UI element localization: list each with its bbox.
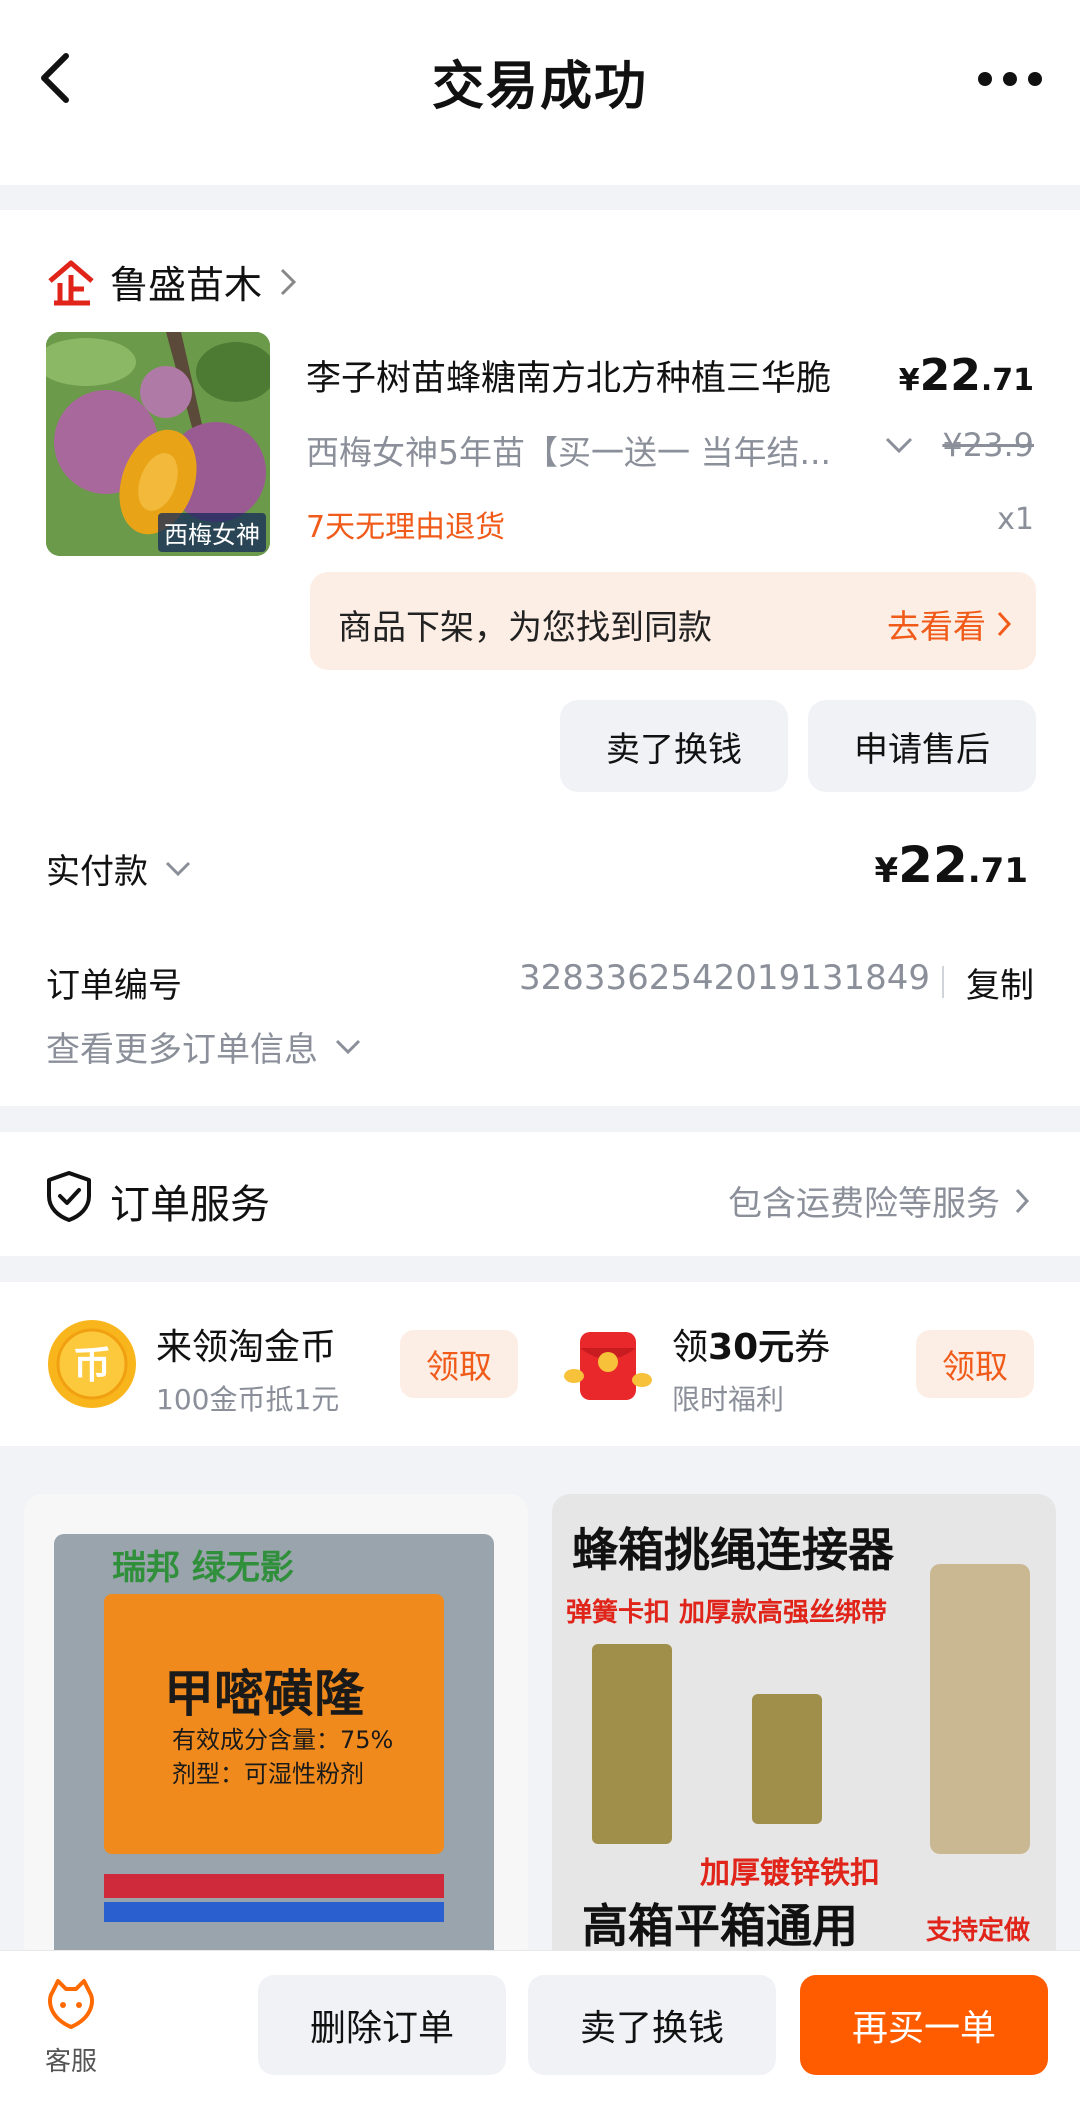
customer-service[interactable]: 客服 — [40, 1977, 102, 2078]
paid-amount-label[interactable]: 实付款 — [46, 844, 192, 893]
coin-subtitle: 100金币抵1元 — [156, 1383, 340, 1416]
product-package-image: 瑞邦 绿无影 甲嘧磺隆 有效成分含量：75% 剂型：可湿性粉剂 — [54, 1534, 494, 1964]
similar-product-banner[interactable]: 商品下架，为您找到同款 去看看 — [310, 572, 1036, 670]
after-sale-button[interactable]: 申请售后 — [808, 700, 1036, 792]
order-service-detail: 包含运费险等服务 — [728, 1176, 1030, 1225]
copy-button[interactable]: 复制 — [966, 958, 1034, 1007]
feed-item[interactable]: 瑞邦 绿无影 甲嘧磺隆 有效成分含量：75% 剂型：可湿性粉剂 — [24, 1494, 528, 1964]
chevron-down-icon[interactable] — [884, 436, 914, 454]
hardware-image — [752, 1694, 822, 1824]
sell-button[interactable]: 卖了换钱 — [528, 1975, 776, 2075]
chevron-right-icon — [997, 611, 1012, 637]
feed-tag: 支持定做 — [926, 1916, 1031, 1946]
shop-row[interactable]: 鲁盛苗木 — [46, 254, 298, 309]
paid-amount: ¥22.71 — [874, 836, 1029, 894]
chevron-right-icon — [1015, 1188, 1030, 1213]
nav-header: 交易成功 — [0, 0, 1080, 185]
buy-again-button[interactable]: 再买一单 — [800, 1975, 1048, 2075]
original-price: ¥23.9 — [942, 426, 1034, 464]
feed-tag: 弹簧卡扣 加厚款高强丝绑带 — [566, 1598, 888, 1628]
shop-name: 鲁盛苗木 — [110, 263, 263, 307]
divider — [942, 966, 944, 998]
more-order-info[interactable]: 查看更多订单信息 — [46, 1022, 362, 1071]
product-quantity: x1 — [997, 502, 1034, 537]
similar-text: 商品下架，为您找到同款 — [338, 608, 712, 648]
order-number: 3283362542019131849 — [518, 958, 930, 998]
coupon-subtitle: 限时福利 — [672, 1383, 785, 1416]
product-image[interactable]: 西梅女神 — [46, 332, 270, 556]
rewards-row: 币 来领淘金币 100金币抵1元 领取 领30元券 限时福利 领取 — [0, 1282, 1080, 1446]
claim-coupon-button[interactable]: 领取 — [916, 1330, 1034, 1398]
chevron-right-icon — [280, 268, 297, 295]
bottom-action-bar: 客服 删除订单 卖了换钱 再买一单 — [0, 1950, 1080, 2118]
order-number-label: 订单编号 — [46, 966, 182, 1006]
order-service-row[interactable]: 订单服务 包含运费险等服务 — [0, 1132, 1080, 1256]
similar-link[interactable]: 去看看 — [887, 600, 1012, 648]
chevron-down-icon — [165, 861, 191, 876]
coupon-title: 领30元券 — [672, 1327, 831, 1368]
chevron-down-icon — [335, 1039, 361, 1054]
customer-service-label: 客服 — [44, 2047, 97, 2077]
claim-coin-button[interactable]: 领取 — [400, 1330, 518, 1398]
sell-button[interactable]: 卖了换钱 — [560, 700, 788, 792]
red-envelope-icon — [564, 1332, 652, 1400]
return-policy: 7天无理由退货 — [306, 510, 506, 545]
feed-item[interactable]: 蜂箱挑绳连接器 弹簧卡扣 加厚款高强丝绑带 加厚镀锌铁扣 高箱平箱通用 支持定做 — [552, 1494, 1056, 1964]
product-title[interactable]: 李子树苗蜂糖南方北方种植三华脆 — [306, 350, 831, 401]
order-card: 鲁盛苗木 西梅女神 李子树苗蜂糖南方北方种植三华脆 ¥22.71 西梅女神5年苗… — [0, 210, 1080, 1106]
delete-order-button[interactable]: 删除订单 — [258, 1975, 506, 2075]
shield-check-icon — [47, 1171, 91, 1222]
product-spec[interactable]: 西梅女神5年苗【买一送一 当年结... — [306, 426, 831, 474]
strap-image — [930, 1564, 1030, 1854]
order-service-label: 订单服务 — [110, 1182, 270, 1228]
hardware-image — [592, 1644, 672, 1844]
enterprise-icon — [48, 260, 94, 305]
coin-glyph: 币 — [73, 1343, 111, 1387]
product-price: ¥22.71 — [898, 350, 1034, 401]
gold-coin-icon: 币 — [48, 1320, 136, 1408]
more-options-icon[interactable] — [978, 54, 1042, 104]
feed-headline: 高箱平箱通用 — [582, 1899, 858, 1953]
feed-tag: 加厚镀锌铁扣 — [700, 1856, 880, 1891]
product-image-tag: 西梅女神 — [158, 513, 266, 552]
page-title: 交易成功 — [431, 57, 648, 117]
customer-service-icon — [48, 1979, 94, 2029]
coin-title: 来领淘金币 — [156, 1327, 337, 1368]
feed-title: 蜂箱挑绳连接器 — [572, 1523, 894, 1577]
